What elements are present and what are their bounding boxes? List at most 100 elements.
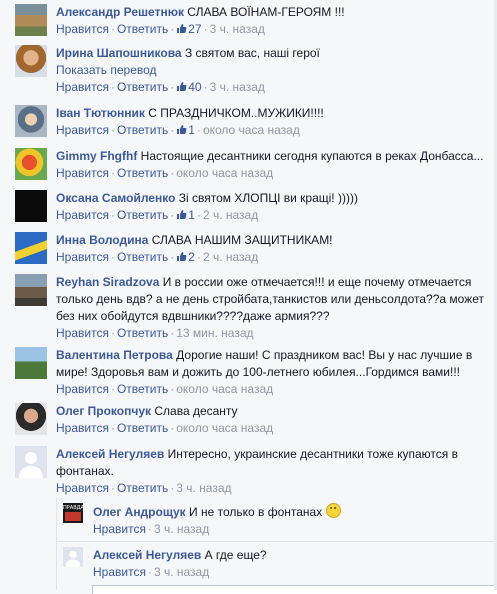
- avatar[interactable]: [15, 403, 47, 435]
- reply-link[interactable]: Ответить: [117, 166, 168, 180]
- comment-text: Зі святом ХЛОПЦІ ви кращі! ))))): [178, 191, 358, 205]
- thumbs-up-icon: [177, 24, 187, 33]
- like-link[interactable]: Нравится: [56, 481, 109, 495]
- like-link[interactable]: Нравится: [56, 166, 109, 180]
- comment-time[interactable]: около часа назад: [176, 166, 273, 180]
- comment-author[interactable]: Оксана Самойленко: [56, 191, 175, 205]
- comment-actions: Нравится · Ответить · 3 ч. назад: [56, 481, 232, 495]
- comment-author[interactable]: Олег Прокопчук: [56, 404, 151, 418]
- likes-count[interactable]: 2: [176, 250, 195, 264]
- comment-actions: Нравится · Ответить · 1 · около часа назад: [56, 123, 300, 137]
- like-link[interactable]: Нравится: [56, 123, 109, 137]
- comment-actions: Нравится · Ответить · 1 · 2 ч. назад: [56, 208, 259, 222]
- comment-text: З святом вас, наші герої: [184, 46, 320, 60]
- comment-time[interactable]: около часа назад: [176, 421, 273, 435]
- avatar[interactable]: [63, 547, 83, 567]
- like-link[interactable]: Нравится: [56, 382, 109, 396]
- like-link[interactable]: Нравится: [56, 250, 109, 264]
- avatar[interactable]: [15, 4, 47, 36]
- avatar[interactable]: [15, 347, 47, 379]
- reply: ПРАВДА Олег Андрощук И не только в фонта…: [63, 503, 495, 537]
- likes-count[interactable]: 27: [176, 22, 202, 36]
- comment-actions: Нравится · Ответить · 13 мин. назад: [56, 326, 254, 340]
- thumbs-up-icon: [177, 210, 187, 219]
- comment-author[interactable]: Reyhan Siradzova: [56, 275, 159, 289]
- comment-time[interactable]: 3 ч. назад: [210, 22, 265, 36]
- comment-time[interactable]: 2 ч. назад: [203, 208, 258, 222]
- reply-link[interactable]: Ответить: [117, 382, 168, 396]
- comment: Іван Тютюнник С ПРАЗДНИЧКОМ..МУЖИКИ!!!! …: [15, 105, 495, 141]
- reply-link[interactable]: Ответить: [117, 481, 168, 495]
- likes-count[interactable]: 1: [176, 208, 195, 222]
- comment: Ирина Шапошникова З святом вас, наші гер…: [15, 45, 495, 97]
- comment-time[interactable]: 3 ч. назад: [210, 80, 265, 94]
- like-link[interactable]: Нравится: [56, 80, 109, 94]
- comments-list: Александр Решетнюк СЛАВА ВОЇНАМ-ГЕРОЯМ !…: [0, 0, 497, 594]
- reply-author[interactable]: Алексей Негуляев: [93, 548, 201, 562]
- comment-text: С ПРАЗДНИЧКОМ..МУЖИКИ!!!!: [148, 106, 324, 120]
- reply-time[interactable]: 3 ч. назад: [154, 565, 209, 579]
- avatar[interactable]: [15, 446, 47, 478]
- comment: Инна Володина СЛАВА НАШИМ ЗАЩИТНИКАМ! Нр…: [15, 232, 495, 268]
- likes-count[interactable]: 40: [176, 80, 202, 94]
- reply-link[interactable]: Ответить: [117, 326, 168, 340]
- like-link[interactable]: Нравится: [56, 421, 109, 435]
- comment-author[interactable]: Александр Решетнюк: [56, 5, 184, 19]
- thumbs-up-icon: [177, 82, 187, 91]
- comment-author[interactable]: Алексей Негуляев: [56, 447, 164, 461]
- comment-time[interactable]: около часа назад: [203, 123, 300, 137]
- comment: Reyhan Siradzova И в россии оже отмечает…: [15, 274, 495, 340]
- avatar[interactable]: [15, 45, 47, 77]
- reply-link[interactable]: Ответить: [117, 123, 168, 137]
- comment-author[interactable]: Ирина Шапошникова: [56, 46, 182, 60]
- reply-link[interactable]: Ответить: [117, 22, 168, 36]
- comment-time[interactable]: около часа назад: [176, 382, 273, 396]
- show-translation-link[interactable]: Показать перевод: [56, 62, 495, 79]
- reply-text: И не только в фонтанах: [189, 505, 323, 519]
- avatar[interactable]: [15, 232, 47, 264]
- avatar[interactable]: [15, 274, 47, 306]
- like-link[interactable]: Нравится: [93, 522, 146, 536]
- comment-time[interactable]: 2 ч. назад: [203, 250, 258, 264]
- thumbs-up-icon: [177, 252, 187, 261]
- reply-actions: Нравится · 3 ч. назад: [93, 522, 210, 536]
- avatar[interactable]: [15, 105, 47, 137]
- comment-time[interactable]: 13 мин. назад: [176, 326, 253, 340]
- comment-text: СЛАВА ВОЇНАМ-ГЕРОЯМ !!!: [187, 5, 345, 19]
- comment-author[interactable]: Gimmy Fhgfhf: [56, 149, 137, 163]
- reply-author[interactable]: Олег Андрощук: [93, 505, 186, 519]
- comment-text: Слава десанту: [154, 404, 238, 418]
- comment-actions: Нравится · Ответить · 27 · 3 ч. назад: [56, 22, 265, 36]
- likes-count[interactable]: 1: [176, 123, 195, 137]
- comment: Валентина Петрова Дорогие наши! С праздн…: [15, 347, 495, 397]
- avatar-badge: ПРАВДА: [63, 505, 83, 511]
- comment-author[interactable]: Валентина Петрова: [56, 348, 173, 362]
- default-avatar-icon: [19, 452, 43, 478]
- reply-link[interactable]: Ответить: [117, 250, 168, 264]
- like-link[interactable]: Нравится: [93, 565, 146, 579]
- comment: Оксана Самойленко Зі святом ХЛОПЦІ ви кр…: [15, 190, 495, 226]
- comment-author[interactable]: Іван Тютюнник: [56, 106, 145, 120]
- smiley-icon: [325, 503, 341, 518]
- comment-time[interactable]: 3 ч. назад: [176, 481, 231, 495]
- like-link[interactable]: Нравится: [56, 326, 109, 340]
- reply-link[interactable]: Ответить: [117, 208, 168, 222]
- comment-actions: Нравится · Ответить · около часа назад: [56, 421, 274, 435]
- default-avatar-icon: [65, 550, 81, 567]
- avatar[interactable]: [15, 190, 47, 222]
- reply-time[interactable]: 3 ч. назад: [154, 522, 209, 536]
- comment-actions: Нравится · Ответить · около часа назад: [56, 166, 274, 180]
- comment: Gimmy Fhgfhf Настоящие десантники сегодн…: [15, 148, 495, 184]
- reply-link[interactable]: Ответить: [117, 421, 168, 435]
- comment-actions: Нравится · Ответить · 40 · 3 ч. назад: [56, 80, 265, 94]
- comment-author[interactable]: Инна Володина: [56, 233, 148, 247]
- comment-text: Настоящие десантники сегодня купаются в …: [140, 149, 484, 163]
- comment: Александр Решетнюк СЛАВА ВОЇНАМ-ГЕРОЯМ !…: [15, 4, 495, 40]
- avatar[interactable]: [15, 148, 47, 180]
- reply: Алексей Негуляев А где еще? Нравится · 3 ч…: [63, 547, 495, 581]
- like-link[interactable]: Нравится: [56, 208, 109, 222]
- comment: Олег Прокопчук Слава десанту Нравится · От…: [15, 403, 495, 439]
- like-link[interactable]: Нравится: [56, 22, 109, 36]
- avatar[interactable]: ПРАВДА: [63, 503, 83, 523]
- reply-link[interactable]: Ответить: [117, 80, 168, 94]
